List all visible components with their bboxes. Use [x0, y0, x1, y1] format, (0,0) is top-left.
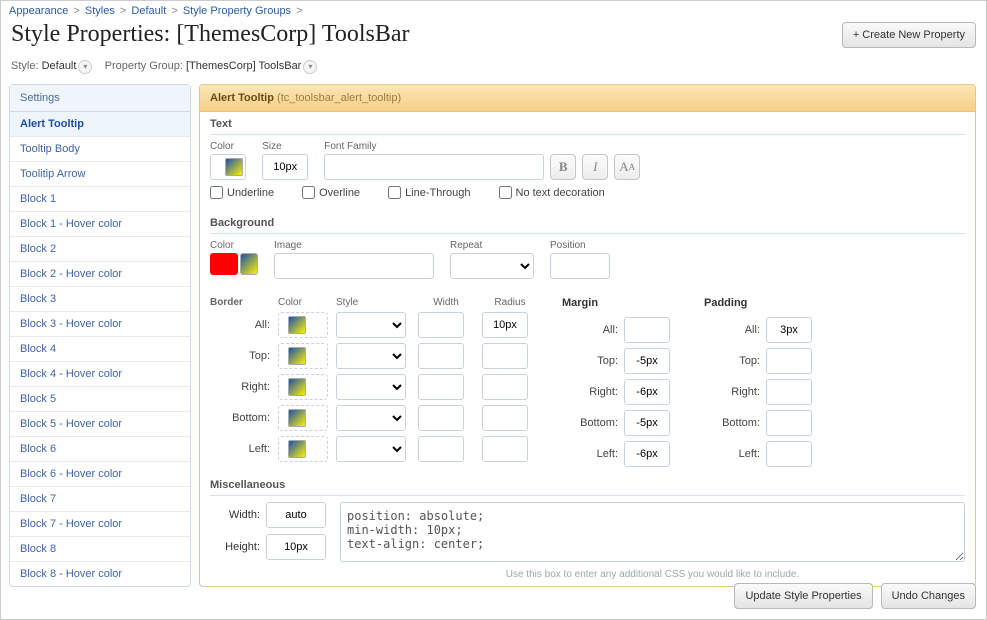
linethrough-checkbox[interactable]: Line-Through — [388, 186, 470, 199]
italic-button[interactable]: I — [582, 154, 608, 180]
sidebar-item[interactable]: Block 6 — [10, 437, 190, 462]
sidebar-item[interactable]: Alert Tooltip — [10, 112, 190, 137]
sidebar-item[interactable]: Block 2 - Hover color — [10, 262, 190, 287]
border-radius-input[interactable] — [482, 343, 528, 369]
sidebar-item[interactable]: Tooltip Body — [10, 137, 190, 162]
breadcrumb: Appearance > Styles > Default > Style Pr… — [1, 1, 986, 21]
create-new-property-button[interactable]: + Create New Property — [842, 22, 976, 48]
border-color-picker[interactable] — [278, 312, 328, 338]
text-size-input[interactable] — [262, 154, 308, 180]
no-decoration-checkbox[interactable]: No text decoration — [499, 186, 605, 199]
padding-input[interactable] — [766, 348, 812, 374]
padding-input[interactable] — [766, 379, 812, 405]
sidebar-item[interactable]: Block 4 - Hover color — [10, 362, 190, 387]
sidebar-item[interactable]: Block 7 - Hover color — [10, 512, 190, 537]
smallcaps-button[interactable]: AA — [614, 154, 640, 180]
overline-checkbox[interactable]: Overline — [302, 186, 360, 199]
margin-input[interactable] — [624, 441, 670, 467]
sidebar-item[interactable]: Block 5 - Hover color — [10, 412, 190, 437]
bg-repeat-select[interactable] — [450, 253, 534, 279]
margin-input[interactable] — [624, 410, 670, 436]
crumb-default[interactable]: Default — [131, 5, 166, 17]
undo-button[interactable]: Undo Changes — [881, 583, 976, 609]
bg-position-input[interactable] — [550, 253, 610, 279]
border-color-picker[interactable] — [278, 405, 328, 431]
padding-input[interactable] — [766, 317, 812, 343]
padding-input[interactable] — [766, 410, 812, 436]
border-radius-input[interactable] — [482, 374, 528, 400]
border-radius-input[interactable] — [482, 405, 528, 431]
misc-height-input[interactable] — [266, 534, 326, 560]
misc-heading: Miscellaneous — [210, 479, 965, 496]
style-dropdown-icon[interactable]: ▾ — [78, 60, 92, 74]
bg-image-input[interactable] — [274, 253, 434, 279]
panel-header: Alert Tooltip (tc_toolsbar_alert_tooltip… — [200, 85, 975, 112]
sidebar-item[interactable]: Block 4 — [10, 337, 190, 362]
text-color-picker[interactable] — [210, 154, 246, 180]
sidebar-item[interactable]: Block 1 - Hover color — [10, 212, 190, 237]
bg-color-picker[interactable] — [240, 253, 258, 275]
border-color-picker[interactable] — [278, 436, 328, 462]
misc-width-input[interactable] — [266, 502, 326, 528]
border-width-input[interactable] — [418, 374, 464, 400]
margin-input[interactable] — [624, 379, 670, 405]
border-width-input[interactable] — [418, 405, 464, 431]
border-style-select[interactable] — [336, 374, 406, 400]
padding-input[interactable] — [766, 441, 812, 467]
sidebar-item[interactable]: Block 3 - Hover color — [10, 312, 190, 337]
crumb-appearance[interactable]: Appearance — [9, 5, 68, 17]
update-button[interactable]: Update Style Properties — [734, 583, 872, 609]
misc-hint: Use this box to enter any additional CSS… — [340, 569, 965, 580]
border-width-input[interactable] — [418, 343, 464, 369]
border-style-select[interactable] — [336, 312, 406, 338]
border-color-picker[interactable] — [278, 374, 328, 400]
margin-input[interactable] — [624, 348, 670, 374]
sidebar-item[interactable]: Block 8 - Hover color — [10, 562, 190, 586]
meta-bar: Style: Default▾ Property Group: [ThemesC… — [1, 56, 986, 84]
sidebar-item[interactable]: Block 8 — [10, 537, 190, 562]
border-width-input[interactable] — [418, 436, 464, 462]
sidebar-item[interactable]: Block 6 - Hover color — [10, 462, 190, 487]
sidebar: Settings Alert TooltipTooltip BodyToolit… — [9, 84, 191, 587]
sidebar-item[interactable]: Block 1 — [10, 187, 190, 212]
bold-button[interactable]: B — [550, 154, 576, 180]
border-style-select[interactable] — [336, 436, 406, 462]
sidebar-item[interactable]: Block 2 — [10, 237, 190, 262]
sidebar-heading: Settings — [10, 85, 190, 112]
sidebar-item[interactable]: Toolitip Arrow — [10, 162, 190, 187]
border-color-picker[interactable] — [278, 343, 328, 369]
bg-heading: Background — [210, 217, 965, 234]
border-style-select[interactable] — [336, 405, 406, 431]
sidebar-item[interactable]: Block 3 — [10, 287, 190, 312]
border-width-input[interactable] — [418, 312, 464, 338]
page-title: Style Properties: [ThemesCorp] ToolsBar — [11, 21, 409, 48]
border-style-select[interactable] — [336, 343, 406, 369]
text-heading: Text — [210, 118, 965, 135]
bg-color-swatch[interactable] — [210, 253, 238, 275]
border-radius-input[interactable] — [482, 436, 528, 462]
group-dropdown-icon[interactable]: ▾ — [303, 60, 317, 74]
crumb-styles[interactable]: Styles — [85, 5, 115, 17]
sidebar-item[interactable]: Block 5 — [10, 387, 190, 412]
underline-checkbox[interactable]: Underline — [210, 186, 274, 199]
misc-css-textarea[interactable] — [340, 502, 965, 562]
border-radius-input[interactable] — [482, 312, 528, 338]
font-family-input[interactable] — [324, 154, 544, 180]
margin-input[interactable] — [624, 317, 670, 343]
crumb-groups[interactable]: Style Property Groups — [183, 5, 291, 17]
sidebar-item[interactable]: Block 7 — [10, 487, 190, 512]
